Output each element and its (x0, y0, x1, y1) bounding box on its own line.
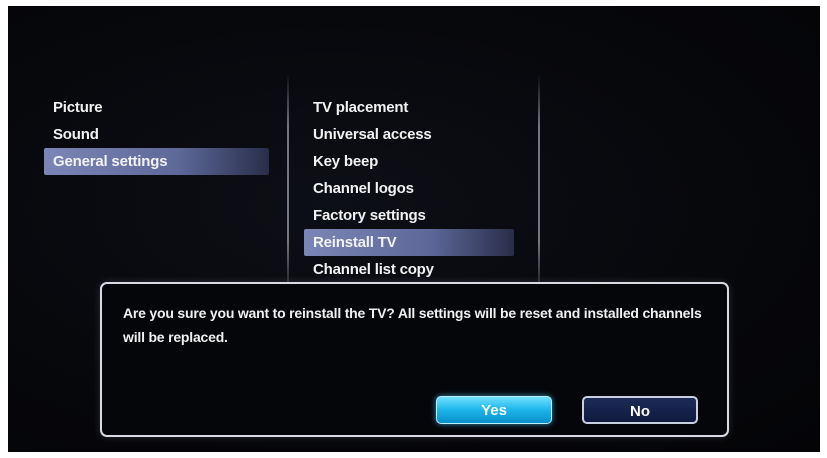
tv-screen: Picture Sound General settings TV placem… (8, 6, 820, 452)
menu-item-factory-settings[interactable]: Factory settings (304, 202, 514, 229)
menu-item-tv-placement[interactable]: TV placement (304, 94, 514, 121)
menu-item-channel-logos[interactable]: Channel logos (304, 175, 514, 202)
settings-menu-level2: TV placement Universal access Key beep C… (304, 94, 514, 283)
dialog-message: Are you sure you want to reinstall the T… (123, 305, 702, 345)
menu-item-general-settings[interactable]: General settings (44, 148, 269, 175)
menu-item-sound[interactable]: Sound (44, 121, 269, 148)
yes-button[interactable]: Yes (436, 396, 552, 424)
no-button[interactable]: No (582, 396, 698, 424)
menu-item-reinstall-tv[interactable]: Reinstall TV (304, 229, 514, 256)
menu-item-channel-list-copy[interactable]: Channel list copy (304, 256, 514, 283)
menu-item-key-beep[interactable]: Key beep (304, 148, 514, 175)
column-divider-left (287, 74, 289, 284)
menu-item-universal-access[interactable]: Universal access (304, 121, 514, 148)
menu-item-picture[interactable]: Picture (44, 94, 269, 121)
column-divider-right (538, 74, 540, 284)
reinstall-confirm-dialog: Are you sure you want to reinstall the T… (100, 282, 729, 437)
settings-menu-level1: Picture Sound General settings (44, 94, 269, 175)
